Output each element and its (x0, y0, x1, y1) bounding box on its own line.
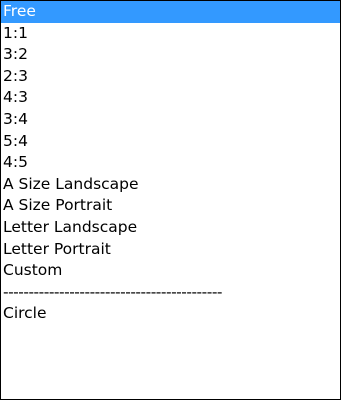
list-item-letter-landscape[interactable]: Letter Landscape (1, 217, 340, 239)
list-item-5-4[interactable]: 5:4 (1, 131, 340, 153)
list-item-letter-portrait[interactable]: Letter Portrait (1, 239, 340, 261)
list-item-2-3[interactable]: 2:3 (1, 66, 340, 88)
list-item-free[interactable]: Free (1, 1, 340, 23)
list-item-3-2[interactable]: 3:2 (1, 44, 340, 66)
list-item-a-size-landscape[interactable]: A Size Landscape (1, 174, 340, 196)
list-item-1-1[interactable]: 1:1 (1, 23, 340, 45)
list-item-custom[interactable]: Custom (1, 260, 340, 282)
list-item-4-3[interactable]: 4:3 (1, 87, 340, 109)
aspect-ratio-dropdown-list[interactable]: Free 1:1 3:2 2:3 4:3 3:4 5:4 4:5 A Size … (0, 0, 341, 400)
list-separator: ----------------------------------------… (3, 282, 223, 301)
list-item-circle[interactable]: Circle (1, 303, 340, 325)
list-item-3-4[interactable]: 3:4 (1, 109, 340, 131)
list-item-4-5[interactable]: 4:5 (1, 152, 340, 174)
list-item-a-size-portrait[interactable]: A Size Portrait (1, 195, 340, 217)
